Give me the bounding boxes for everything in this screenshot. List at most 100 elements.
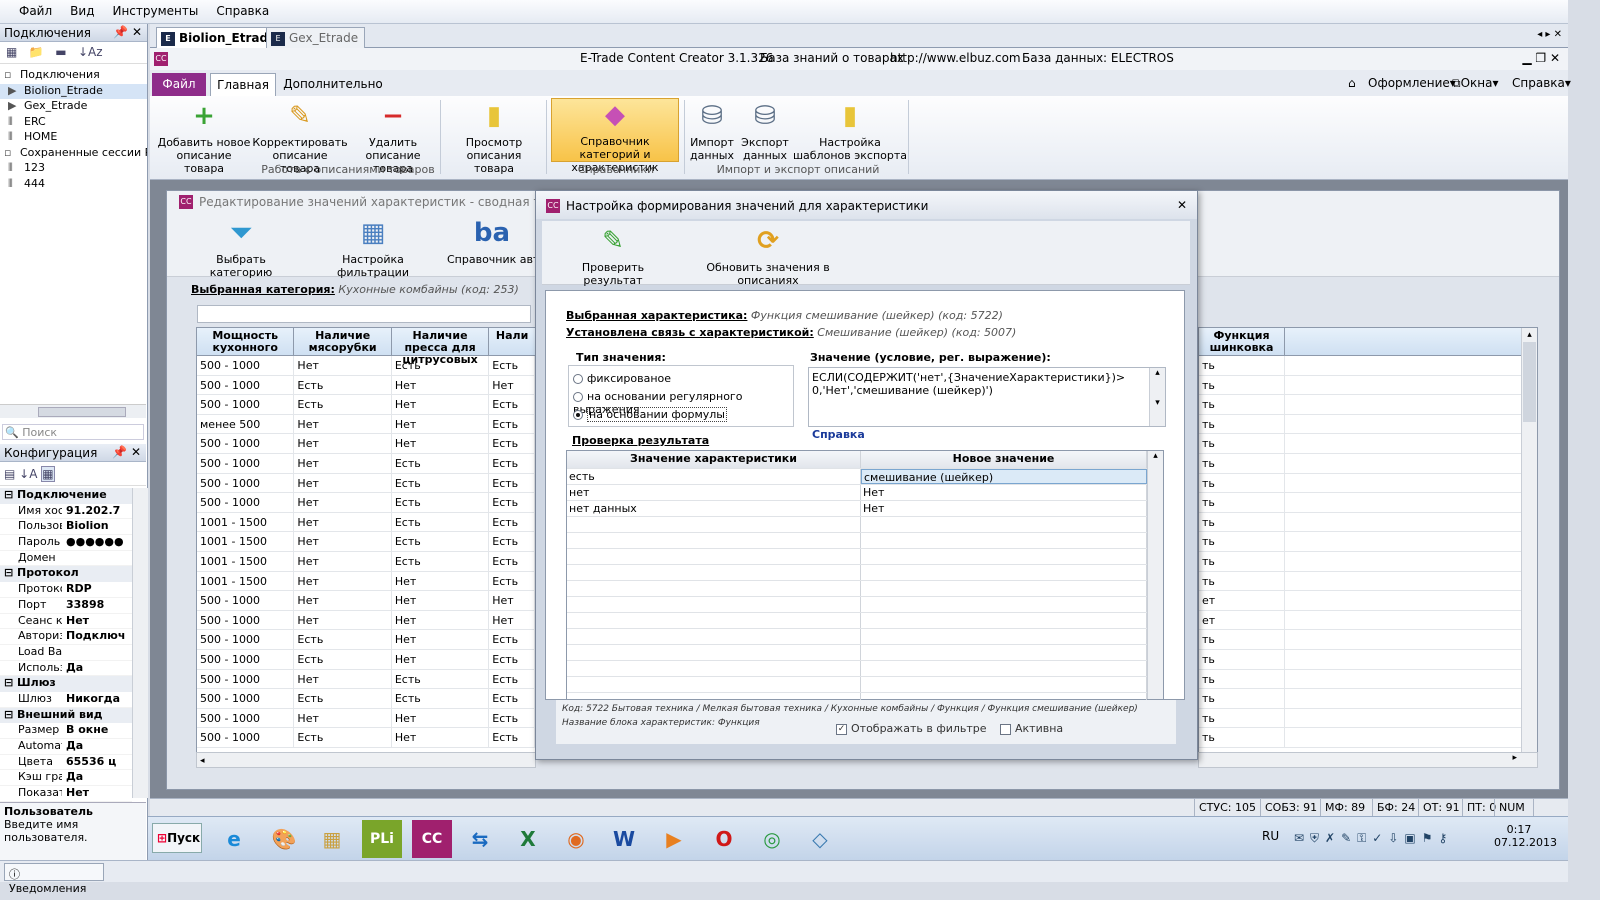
table-cell[interactable]: Нет — [294, 473, 392, 493]
paint-icon[interactable]: 🎨 — [264, 820, 304, 858]
table-cell[interactable]: 500 - 1000 — [197, 434, 295, 453]
window-controls[interactable]: ▁ ❐ ✕ — [1522, 51, 1560, 65]
table-cell[interactable]: Есть — [489, 532, 536, 551]
table-row[interactable]: 500 - 1000 Нет Нет Нет — [197, 610, 536, 631]
table-cell[interactable]: ть — [1199, 356, 1285, 375]
result-cell[interactable] — [567, 629, 861, 644]
table-cell[interactable]: 500 - 1000 — [197, 493, 295, 512]
table-cell[interactable]: Есть — [392, 356, 490, 375]
filter-input[interactable] — [197, 305, 531, 323]
table-cell[interactable]: Нет — [294, 591, 392, 610]
table-cell[interactable]: ть — [1199, 434, 1285, 453]
notifications-tab[interactable]: ⓘ Уведомления — [4, 863, 104, 895]
update-values-button[interactable]: ⟳ Обновить значения в описаниях — [678, 225, 858, 288]
property-row[interactable]: Имя хоста /91.202.7 — [0, 504, 132, 520]
property-row[interactable]: Load Balanc — [0, 645, 132, 661]
table-cell[interactable]: Нет — [392, 708, 490, 728]
col-value[interactable]: Значение характеристики — [567, 451, 861, 468]
result-row[interactable] — [567, 629, 1163, 645]
table-cell[interactable]: Есть — [294, 728, 392, 747]
sort-icon[interactable]: ↓Az — [78, 45, 103, 59]
table-row[interactable]: ть — [1199, 434, 1537, 454]
formula-textarea[interactable]: ЕСЛИ(СОДЕРЖИТ('нет',{ЗначениеХарактерист… — [808, 367, 1166, 427]
props-icon[interactable]: ▦ — [41, 466, 55, 482]
table-cell[interactable]: Есть — [294, 630, 392, 649]
table-cell[interactable]: ть — [1199, 395, 1285, 414]
table-cell[interactable]: ть — [1199, 532, 1285, 551]
opera-icon[interactable]: O — [704, 820, 744, 858]
table-cell[interactable]: Нет — [294, 708, 392, 728]
table-row[interactable]: 500 - 1000 Есть Нет Есть — [197, 395, 536, 415]
table-cell[interactable]: Есть — [294, 689, 392, 708]
table-cell[interactable]: Есть — [489, 356, 536, 375]
result-cell[interactable] — [567, 565, 861, 580]
word-icon[interactable]: W — [604, 820, 644, 858]
table-cell[interactable]: Нет — [392, 571, 490, 591]
result-cell[interactable] — [567, 581, 861, 596]
table-row[interactable]: 500 - 1000 Нет Есть Есть — [197, 669, 536, 690]
table-row[interactable]: 500 - 1000 Есть Нет Есть — [197, 649, 536, 670]
property-row[interactable]: Показать оНет — [0, 786, 132, 802]
result-row[interactable]: есть смешивание (шейкер) — [567, 469, 1163, 485]
table-cell[interactable]: 500 - 1000 — [197, 610, 295, 630]
table-row[interactable]: 500 - 1000 Нет Нет Нет — [197, 591, 536, 611]
table-row[interactable]: ть — [1199, 630, 1537, 650]
result-row[interactable] — [567, 517, 1163, 533]
table-cell[interactable]: 500 - 1000 — [197, 375, 295, 395]
table-row[interactable]: ть — [1199, 571, 1537, 592]
excel-icon[interactable]: X — [508, 820, 548, 858]
col-more[interactable]: Нали — [489, 328, 535, 355]
table-cell[interactable]: 500 - 1000 — [197, 453, 295, 473]
table-cell[interactable]: 1001 - 1500 — [197, 512, 295, 532]
result-cell[interactable]: есть — [567, 469, 861, 484]
table-row[interactable]: 1001 - 1500 Нет Есть Есть — [197, 532, 536, 552]
table-cell[interactable]: 500 - 1000 — [197, 689, 295, 708]
tree-item[interactable]: ▫ Подключения — [0, 68, 147, 84]
table-cell[interactable]: Нет — [489, 375, 536, 395]
table-cell[interactable]: 500 - 1000 — [197, 649, 295, 669]
table-cell[interactable]: Нет — [392, 630, 490, 649]
property-row[interactable]: ПротоколRDP — [0, 582, 132, 598]
table-row[interactable]: 500 - 1000 Есть Нет Есть — [197, 728, 536, 748]
table-cell[interactable]: Есть — [294, 649, 392, 669]
table-cell[interactable]: Есть — [294, 395, 392, 414]
cc-taskbar-icon[interactable]: CC — [412, 820, 452, 858]
table-cell[interactable]: Нет — [294, 532, 392, 551]
help-link[interactable]: Справка — [812, 428, 865, 441]
table-cell[interactable]: 1001 - 1500 — [197, 532, 295, 551]
result-cell[interactable] — [861, 677, 1147, 692]
help-menu[interactable]: Справка▾ — [1512, 76, 1571, 90]
table-cell[interactable]: Есть — [489, 473, 536, 493]
property-row[interactable]: АвторизациПодключ — [0, 629, 132, 645]
table-cell[interactable]: ть — [1199, 493, 1285, 512]
table-cell[interactable]: Есть — [489, 512, 536, 532]
table-cell[interactable]: ет — [1199, 591, 1285, 610]
table-cell[interactable]: 500 - 1000 — [197, 708, 295, 728]
property-row[interactable]: Сеанс консоНет — [0, 614, 132, 630]
property-row[interactable]: Automatic RДа — [0, 739, 132, 755]
tab-home[interactable]: Главная — [210, 73, 276, 96]
result-row[interactable]: нет данных Нет — [567, 501, 1163, 517]
table-cell[interactable]: Есть — [489, 669, 536, 689]
radio-regex[interactable]: на основании регулярного выражения — [573, 390, 789, 416]
table-cell[interactable]: 500 - 1000 — [197, 728, 295, 747]
table-row[interactable]: 500 - 1000 Нет Нет Есть — [197, 708, 536, 729]
pin-close-icons-2[interactable]: 📌 ✕ — [112, 445, 141, 459]
table-cell[interactable]: Есть — [489, 551, 536, 571]
table-cell[interactable]: ть — [1199, 708, 1285, 728]
table-cell[interactable]: Нет — [294, 571, 392, 591]
import-button[interactable]: ⛁ Импорт данных — [686, 100, 738, 163]
result-row[interactable] — [567, 597, 1163, 613]
pli-icon[interactable]: PLi — [362, 820, 402, 858]
table-cell[interactable]: Есть — [489, 453, 536, 473]
auto-ref-button[interactable]: ba Справочник авт — [447, 217, 537, 267]
result-cell[interactable] — [567, 533, 861, 548]
table-row[interactable]: ть — [1199, 728, 1537, 748]
tab-gex[interactable]: E Gex_Etrade — [266, 27, 366, 48]
table-row[interactable]: ть — [1199, 356, 1537, 376]
tree-item[interactable]: ⦀ HOME — [0, 130, 147, 146]
result-cell[interactable] — [861, 533, 1147, 548]
table-row[interactable]: 500 - 1000 Нет Есть Есть — [197, 453, 536, 474]
design-menu[interactable]: Оформление▾ — [1368, 76, 1456, 90]
table-cell[interactable]: Нет — [294, 453, 392, 473]
